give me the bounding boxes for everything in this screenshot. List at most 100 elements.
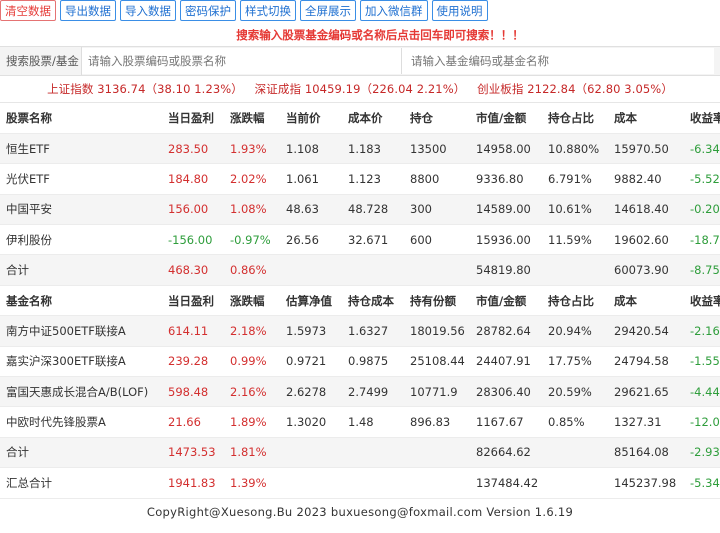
total-profit: 468.30 (162, 254, 224, 286)
cell-value: 14589.00 (470, 194, 542, 226)
cell-change: 1.93% (224, 133, 280, 165)
cell-value: 14958.00 (470, 133, 542, 165)
cell-change: 2.16% (224, 376, 280, 408)
cell-name: 伊利股份 (0, 224, 162, 256)
cell-yield: -18.70% (684, 224, 720, 256)
cell-cost-price: 0.9875 (342, 346, 404, 378)
index-chinext: 创业板指 2122.84（62.80 3.05%） (477, 82, 673, 96)
cell-profit: 21.66 (162, 406, 224, 438)
total-empty-cell (542, 437, 608, 469)
cell-cost-price: 1.183 (342, 133, 404, 165)
total-cost: 85164.08 (608, 437, 684, 469)
column-header: 持仓占比 (542, 103, 608, 134)
column-header: 市值/金额 (470, 285, 542, 317)
footer-copyright: CopyRight@Xuesong.Bu 2023 buxuesong@foxm… (146, 505, 574, 519)
cell-holding: 600 (404, 224, 470, 256)
cell-nav: 1.3020 (280, 406, 342, 438)
grand-total-empty-cell (404, 467, 470, 499)
cell-change: 1.89% (224, 406, 280, 438)
index-shenzhen: 深证成指 10459.19（226.04 2.21%） (254, 82, 466, 96)
cell-cost: 19602.60 (608, 224, 684, 256)
help-button[interactable]: 使用说明 (431, 0, 488, 21)
cell-cost: 24794.58 (608, 346, 684, 378)
column-header: 成本价 (342, 103, 404, 134)
cell-cost: 1327.31 (608, 406, 684, 438)
cell-profit: 156.00 (162, 194, 224, 226)
cell-change: 2.18% (224, 315, 280, 347)
total-value: 54819.80 (470, 254, 542, 286)
cell-shares: 10771.9 (404, 376, 470, 408)
search-bar: 搜索股票/基金 (0, 46, 720, 76)
cell-ratio: 20.94% (542, 315, 608, 347)
stock-row[interactable]: 中国平安 156.00 1.08% 48.63 48.728 300 14589.00 10.… (0, 194, 720, 226)
stock-row[interactable]: 恒生ETF 283.50 1.93% 1.108 1.183 13500 14958.00 1… (0, 133, 720, 165)
total-empty-cell (342, 437, 404, 469)
theme-switch-button[interactable]: 样式切换 (240, 0, 296, 21)
index-shanghai: 上证指数 3136.74（38.10 1.23%） (47, 82, 243, 96)
cell-yield: -2.16% (684, 315, 720, 347)
cell-cost-price: 1.123 (342, 163, 404, 195)
cell-ratio: 0.85% (542, 406, 608, 438)
column-header: 收益率 (684, 285, 720, 317)
cell-cost: 29621.65 (608, 376, 684, 408)
cell-value: 9336.80 (470, 163, 542, 195)
cell-name: 南方中证500ETF联接A (0, 315, 162, 347)
fullscreen-button[interactable]: 全屏展示 (300, 0, 356, 21)
search-notice: 搜索输入股票基金编码或名称后点击回车即可搜索！！！ (236, 28, 524, 42)
total-name: 合计 (0, 437, 162, 469)
total-empty-cell (280, 437, 342, 469)
cell-ratio: 17.75% (542, 346, 608, 378)
cell-shares: 25108.44 (404, 346, 470, 378)
grand-total-yield: -5.34% (684, 467, 720, 499)
column-header: 成本 (608, 103, 684, 134)
cell-holding: 8800 (404, 163, 470, 195)
toolbar: 清空数据 导出数据 导入数据 密码保护 样式切换 全屏展示 加入微信群 使用说明 (0, 0, 720, 22)
fund-row[interactable]: 嘉实沪深300ETF联接A 239.28 0.99% 0.9721 0.9875 2510… (0, 346, 720, 378)
export-data-button[interactable]: 导出数据 (60, 0, 116, 21)
clear-data-button[interactable]: 清空数据 (0, 0, 56, 21)
column-header: 估算净值 (280, 285, 342, 317)
total-yield: -2.93% (684, 437, 720, 469)
cell-ratio: 6.791% (542, 163, 608, 195)
grand-total-empty-cell (342, 467, 404, 499)
total-empty-cell (342, 254, 404, 286)
grand-total-profit: 1941.83 (162, 467, 224, 499)
cell-price: 48.63 (280, 194, 342, 226)
cell-profit: 598.48 (162, 376, 224, 408)
total-yield: -8.75% (684, 254, 720, 286)
cell-name: 光伏ETF (0, 163, 162, 195)
join-wechat-button[interactable]: 加入微信群 (360, 0, 428, 21)
import-data-button[interactable]: 导入数据 (120, 0, 176, 21)
market-indices: 上证指数 3136.74（38.10 1.23%） 深证成指 10459.19（… (0, 76, 720, 103)
grand-total-empty-cell (280, 467, 342, 499)
cell-price: 1.061 (280, 163, 342, 195)
stock-row[interactable]: 光伏ETF 184.80 2.02% 1.061 1.123 8800 9336.80 6.7… (0, 163, 720, 195)
stock-search-input[interactable] (82, 48, 402, 74)
column-header: 当日盈利 (162, 285, 224, 317)
column-header: 持仓成本 (342, 285, 404, 317)
fund-row[interactable]: 中欧时代先锋股票A 21.66 1.89% 1.3020 1.48 896.83 1167.… (0, 406, 720, 438)
total-value: 82664.62 (470, 437, 542, 469)
cell-ratio: 11.59% (542, 224, 608, 256)
total-cost: 60073.90 (608, 254, 684, 286)
cell-value: 1167.67 (470, 406, 542, 438)
cell-yield: -5.52% (684, 163, 720, 195)
cell-cost-price: 1.48 (342, 406, 404, 438)
fund-search-input[interactable] (402, 48, 714, 74)
search-label: 搜索股票/基金 (0, 47, 82, 75)
cell-change: 0.99% (224, 346, 280, 378)
cell-ratio: 10.61% (542, 194, 608, 226)
cell-cost: 15970.50 (608, 133, 684, 165)
fund-row[interactable]: 富国天惠成长混合A/B(LOF) 598.48 2.16% 2.6278 2.7499 1… (0, 376, 720, 408)
stock-row[interactable]: 伊利股份 -156.00 -0.97% 26.56 32.671 600 15936.00 1… (0, 224, 720, 256)
column-header: 持仓 (404, 103, 470, 134)
cell-yield: -4.44% (684, 376, 720, 408)
grand-total-name: 汇总合计 (0, 467, 162, 499)
cell-nav: 0.9721 (280, 346, 342, 378)
cell-yield: -0.20% (684, 194, 720, 226)
fund-row[interactable]: 南方中证500ETF联接A 614.11 2.18% 1.5973 1.6327 1801… (0, 315, 720, 347)
cell-profit: 239.28 (162, 346, 224, 378)
password-protect-button[interactable]: 密码保护 (180, 0, 236, 21)
cell-value: 28306.40 (470, 376, 542, 408)
cell-nav: 1.5973 (280, 315, 342, 347)
